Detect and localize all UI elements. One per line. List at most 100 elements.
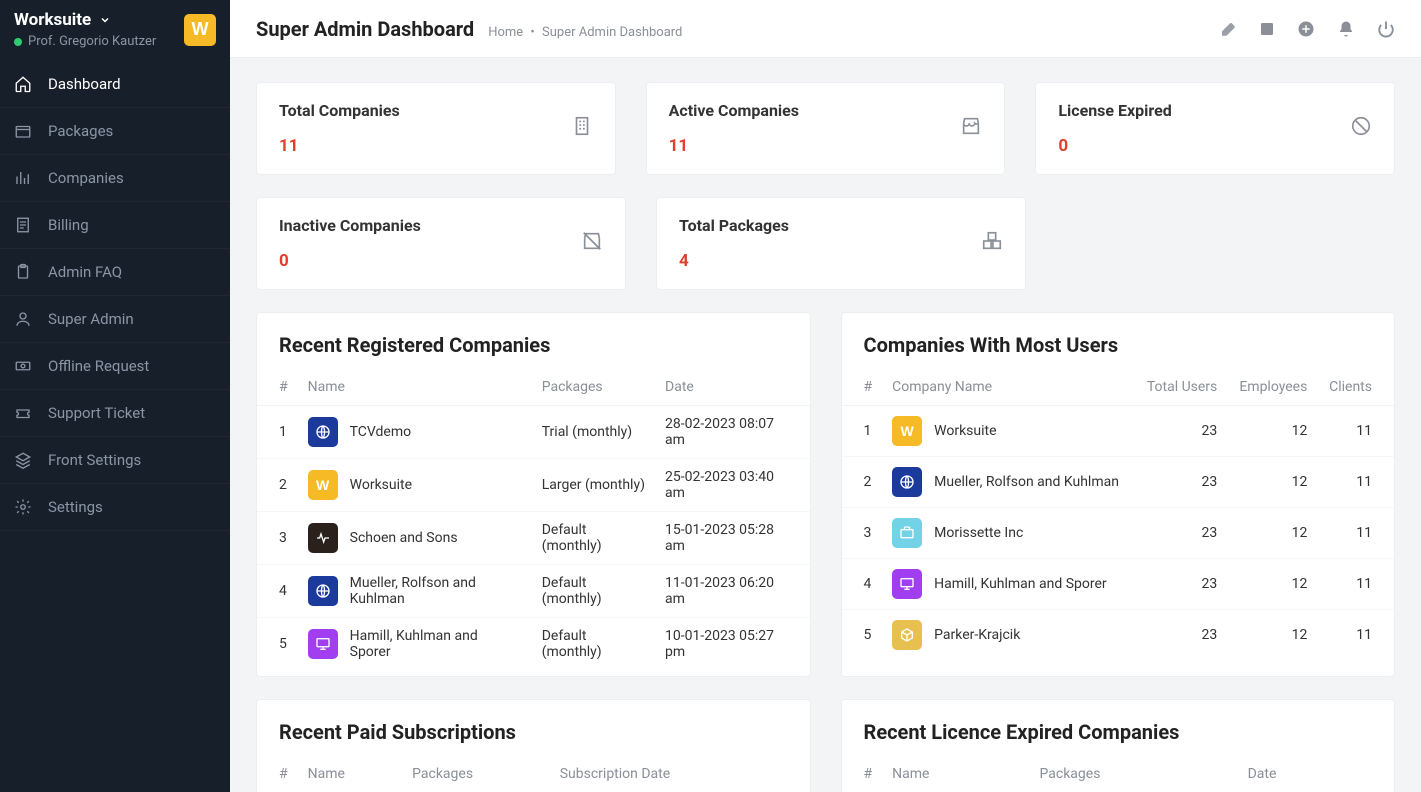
column-header: # [842,369,883,406]
sidebar-item-admin-faq[interactable]: Admin FAQ [0,249,230,296]
company-avatar: W [308,470,338,500]
chevron-down-icon [99,14,111,26]
row-index: 1 [257,406,298,459]
stat-value: 4 [679,251,789,271]
home-icon [14,75,32,93]
store-slash-icon [581,230,603,256]
company-cell: Morissette Inc [892,518,1125,548]
row-index: 1 [842,406,883,457]
package-name: Default (monthly) [532,565,655,618]
note-icon[interactable] [1259,21,1275,37]
table-row[interactable]: 3 Schoen and Sons Default (monthly)15-01-2… [257,512,810,565]
column-header: Packages [402,756,550,792]
company-cell: TCVdemo [308,417,522,447]
table-row[interactable]: 5Parker-Krajcik231211 [842,610,1395,661]
row-index: 5 [257,618,298,671]
status-online-dot [14,38,22,46]
total-users: 23 [1135,610,1228,661]
boxes-icon [981,230,1003,256]
company-name: Parker-Krajcik [934,627,1020,643]
row-index: 3 [257,512,298,565]
stat-card-total-companies[interactable]: Total Companies11 [256,82,616,175]
clients: 11 [1317,508,1394,559]
sidebar-item-label: Super Admin [48,310,134,328]
recent-subs-title: Recent Paid Subscriptions [257,720,810,756]
sidebar-item-front-settings[interactable]: Front Settings [0,437,230,484]
recent-expired-panel: Recent Licence Expired Companies #NamePa… [841,699,1396,792]
clients: 11 [1317,457,1394,508]
company-cell: Schoen and Sons [308,523,522,553]
sidebar-item-label: Packages [48,122,113,140]
package-name: Default (monthly) [532,512,655,565]
column-header: # [257,756,298,792]
sidebar-item-label: Offline Request [48,357,149,375]
brand-logo-letter: W [192,19,209,40]
breadcrumb-sep: • [530,25,534,40]
table-row[interactable]: 4Hamill, Kuhlman and Sporer231211 [842,559,1395,610]
cash-icon [14,357,32,375]
sidebar-item-label: Dashboard [48,75,121,93]
sidebar-item-settings[interactable]: Settings [0,484,230,531]
table-row[interactable]: 1WWorksuite231211 [842,406,1395,457]
sidebar-item-companies[interactable]: Companies [0,155,230,202]
table-row[interactable]: 2WWorksuiteLarger (monthly)25-02-2023 03… [257,459,810,512]
power-icon[interactable] [1377,20,1395,38]
row-index: 4 [842,559,883,610]
company-avatar [308,417,338,447]
company-cell: WWorksuite [892,416,1125,446]
plus-circle-icon[interactable] [1297,20,1315,38]
employees: 12 [1227,508,1317,559]
building-icon [571,115,593,141]
sidebar-item-label: Support Ticket [48,404,145,422]
registered-date: 15-01-2023 05:28 am [655,512,809,565]
company-name: Morissette Inc [934,525,1023,541]
company-name: TCVdemo [350,424,411,440]
company-name: Schoen and Sons [350,530,458,546]
column-header: Date [655,369,809,406]
eraser-icon[interactable] [1219,20,1237,38]
row-index: 2 [842,457,883,508]
company-name: Hamill, Kuhlman and Sporer [934,576,1107,592]
registered-date: 10-01-2023 05:27 pm [655,618,809,671]
sidebar-item-label: Settings [48,498,103,516]
stat-card-license-expired[interactable]: License Expired0 [1035,82,1395,175]
table-row[interactable]: 2Mueller, Rolfson and Kuhlman231211 [842,457,1395,508]
sidebar-item-dashboard[interactable]: Dashboard [0,61,230,108]
table-row[interactable]: 1TCVdemoTrial (monthly)28-02-2023 08:07 … [257,406,810,459]
ticket-icon [14,404,32,422]
layers-icon [14,451,32,469]
stats-row-2: Inactive Companies0 Total Packages4 [256,197,1395,290]
sidebar-item-label: Front Settings [48,451,141,469]
column-header: Name [882,756,1029,792]
table-row[interactable]: 4Mueller, Rolfson and KuhlmanDefault (mo… [257,565,810,618]
column-header: Packages [1030,756,1238,792]
sidebar-item-support-ticket[interactable]: Support Ticket [0,390,230,437]
stat-title: Total Companies [279,101,400,120]
total-users: 23 [1135,406,1228,457]
stat-card-inactive-companies[interactable]: Inactive Companies0 [256,197,626,290]
stat-card-active-companies[interactable]: Active Companies11 [646,82,1006,175]
ban-icon [1350,115,1372,141]
company-avatar: W [892,416,922,446]
sidebar-item-offline-request[interactable]: Offline Request [0,343,230,390]
stat-card-total-packages[interactable]: Total Packages4 [656,197,1026,290]
content: Total Companies11Active Companies11Licen… [230,58,1421,792]
bell-icon[interactable] [1337,20,1355,38]
company-cell: Parker-Krajcik [892,620,1125,650]
column-header: Packages [532,369,655,406]
company-cell: Mueller, Rolfson and Kuhlman [308,575,522,607]
column-header: # [257,369,298,406]
page-title: Super Admin Dashboard [256,17,474,41]
table-row[interactable]: 5Hamill, Kuhlman and SporerDefault (mont… [257,618,810,671]
brand-switcher[interactable]: Worksuite [14,10,156,30]
stat-value: 0 [279,251,421,271]
sidebar-item-super-admin[interactable]: Super Admin [0,296,230,343]
sidebar-item-packages[interactable]: Packages [0,108,230,155]
clients: 11 [1317,610,1394,661]
clients: 11 [1317,559,1394,610]
breadcrumb-home[interactable]: Home [488,25,523,40]
table-row[interactable]: 3Morissette Inc231211 [842,508,1395,559]
clipboard-icon [14,263,32,281]
user-status: Prof. Gregorio Kautzer [14,34,156,49]
sidebar-item-billing[interactable]: Billing [0,202,230,249]
